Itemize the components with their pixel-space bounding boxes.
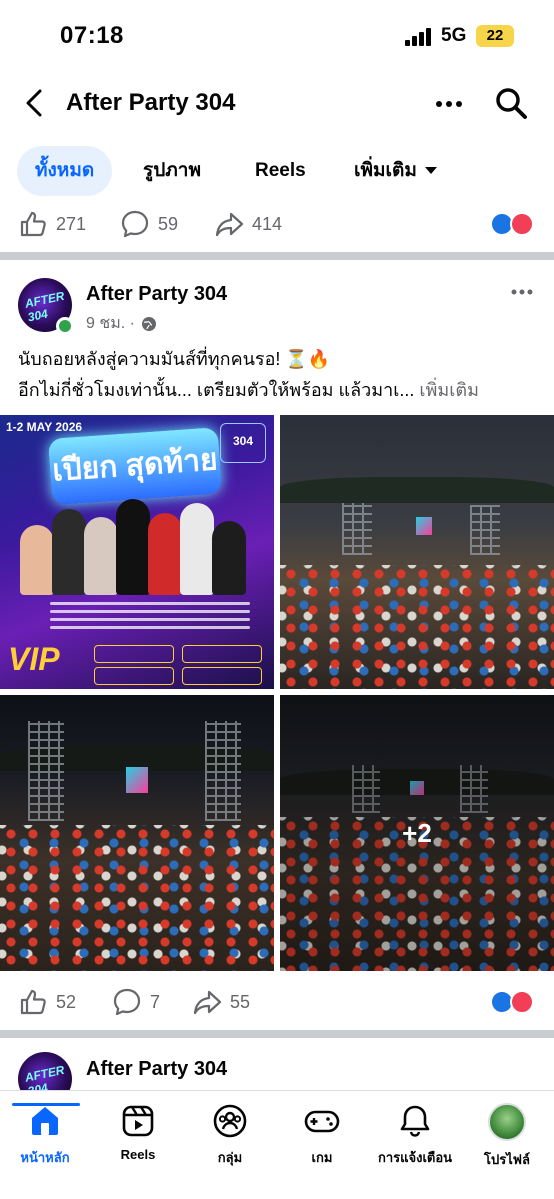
nav-reels-label: Reels [120,1147,156,1162]
stage-screen [416,517,432,535]
post-time: 9 ชม. · [86,315,135,332]
globe-icon [141,316,156,331]
see-more-link[interactable]: เพิ่มเติม [419,380,479,400]
profile-avatar [488,1103,526,1141]
share-icon [193,990,222,1015]
page-title: After Party 304 [66,89,236,116]
search-icon[interactable] [494,86,528,120]
poster-vip-features [94,645,268,685]
thumbs-up-icon [20,211,46,237]
reaction-summary[interactable] [490,990,536,1014]
nav-groups[interactable]: กลุ่ม [185,1103,275,1168]
love-reaction-icon [510,990,534,1014]
status-time: 07:18 [60,22,124,49]
thumbs-up-icon [20,989,46,1015]
comment-button[interactable]: 59 [120,204,178,244]
feed-divider [0,252,554,260]
poster-date: 1-2 MAY 2026 [6,420,83,434]
online-status-dot [56,317,74,335]
post-text-line-2: อีกไม่กี่ชั่วโมงเท่านั้น... เตรียมตัวให้… [18,377,479,404]
stage-scaffold-left [28,721,64,821]
tab-all[interactable]: ทั้งหมด [17,146,113,196]
reels-icon [122,1105,154,1137]
tab-more[interactable]: เพิ่มเติม [354,146,437,196]
share-icon [215,212,244,237]
share-button[interactable]: 414 [214,204,282,244]
post-author[interactable]: After Party 304 [86,283,227,306]
reaction-summary[interactable] [490,212,536,236]
status-bar: 07:18 5G 22 [0,0,554,72]
like-button[interactable]: 52 [18,982,76,1022]
poster-lineup-artists [20,495,250,595]
feed-divider [0,1030,554,1038]
nav-gaming-label: เกม [311,1150,333,1165]
tab-more-label: เพิ่มเติม [354,160,417,181]
photo-venue-night-2[interactable]: +2 [280,695,554,971]
like-button[interactable]: 271 [18,204,86,244]
like-count: 52 [56,991,77,1012]
stage-scaffold-right [470,505,500,555]
share-button[interactable]: 55 [192,982,250,1022]
page-header: After Party 304 [0,72,554,138]
bell-icon [400,1105,430,1137]
post-options-icon[interactable] [510,288,534,296]
comment-button[interactable]: 7 [112,982,160,1022]
previous-post-actions: 271 59 414 [0,204,554,244]
caret-down-icon [424,167,437,175]
comment-icon [113,988,141,1016]
nav-groups-label: กลุ่ม [217,1150,243,1165]
photo-grid: 1-2 MAY 2026 เปียก สุดท้าย 304 VIP +2 [0,415,554,971]
share-count: 55 [230,991,251,1012]
nav-profile-label: โปรไฟล์ [484,1152,530,1167]
active-indicator [12,1103,80,1106]
comment-count: 59 [158,213,179,234]
post-text-body: อีกไม่กี่ชั่วโมงเท่านั้น... เตรียมตัวให้… [18,380,415,400]
comment-icon [121,210,149,238]
nav-reels[interactable]: Reels [93,1103,183,1162]
poster-title: เปียก สุดท้าย [47,427,223,505]
network-type: 5G [441,25,467,46]
nav-notifications[interactable]: การแจ้งเตือน [370,1103,460,1168]
more-photos-overlay[interactable]: +2 [280,695,554,971]
nav-profile[interactable]: โปรไฟล์ [462,1103,552,1170]
tab-photos[interactable]: รูปภาพ [143,146,201,196]
photo-venue-night-1[interactable] [0,695,274,971]
tab-reels[interactable]: Reels [255,146,306,196]
photo-venue-dusk[interactable] [280,415,554,689]
gaming-icon [304,1110,340,1133]
comment-count: 7 [150,991,161,1012]
poster-venue: 304 [220,423,266,463]
stage-scaffold-right [205,721,241,821]
share-count: 414 [252,213,283,234]
groups-icon [213,1104,247,1138]
nav-notifications-label: การแจ้งเตือน [377,1150,453,1165]
post-author[interactable]: After Party 304 [86,1058,227,1081]
battery-icon: 22 [476,25,514,47]
bottom-navigation: หน้าหลัก Reels กลุ่ม เกม การแจ้งเตือน โป… [0,1090,554,1199]
signal-icon [405,28,435,46]
post-meta: 9 ชม. · [86,311,157,336]
stage-screen [126,767,148,793]
post-actions: 52 7 55 [0,982,554,1022]
poster-vip: VIP [8,641,60,677]
filter-tabs: ทั้งหมด รูปภาพ Reels เพิ่มเติม [0,146,554,198]
barrel-tables [280,565,554,689]
home-icon [32,1107,58,1135]
stage-scaffold-left [342,503,372,555]
like-count: 271 [56,213,87,234]
more-options-icon[interactable] [434,92,464,116]
nav-home[interactable]: หน้าหลัก [0,1103,90,1168]
photo-event-poster[interactable]: 1-2 MAY 2026 เปียก สุดท้าย 304 VIP [0,415,274,689]
barrel-tables [0,825,274,971]
love-reaction-icon [510,212,534,236]
back-arrow-icon[interactable] [18,86,52,120]
post-text-line-1: นับถอยหลังสู่ความมันส์ที่ทุกคนรอ! ⏳🔥 [18,349,331,369]
treeline [280,477,554,503]
nav-home-label: หน้าหลัก [20,1150,70,1165]
nav-gaming[interactable]: เกม [277,1103,367,1168]
poster-lineup-text [50,597,250,637]
